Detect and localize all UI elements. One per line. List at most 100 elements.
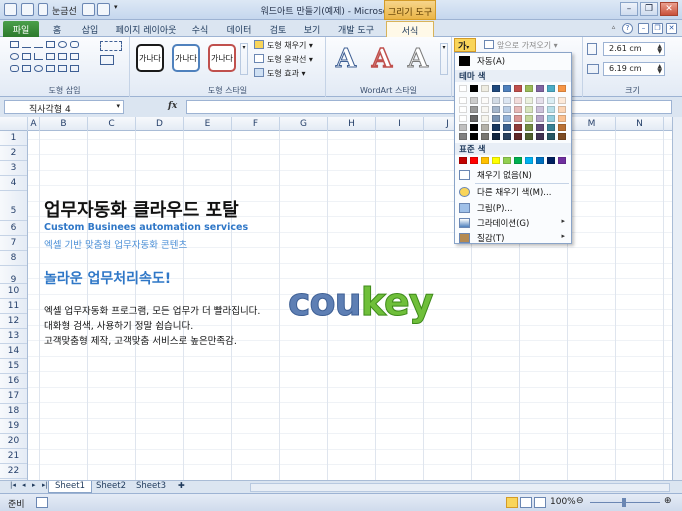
wordart-object[interactable]: coukey [288, 280, 434, 325]
brace-shape-icon[interactable] [46, 65, 55, 72]
theme-shade-swatch[interactable] [525, 97, 533, 104]
rectangle-shape-icon[interactable] [46, 41, 55, 48]
width-input[interactable]: 6.19 cm ▲ ▼ [603, 62, 665, 76]
select-all-corner[interactable] [0, 117, 28, 131]
ribbon-minimize-icon[interactable]: ▵ [608, 23, 619, 34]
row-header-14[interactable]: 14 [0, 344, 27, 359]
column-header-I[interactable]: I [376, 117, 424, 131]
theme-shade-swatch[interactable] [514, 124, 522, 131]
row-header-20[interactable]: 20 [0, 434, 27, 449]
triangle-shape-icon[interactable] [22, 53, 31, 60]
standard-color-swatch[interactable] [459, 157, 467, 164]
formula-input[interactable] [186, 100, 672, 114]
theme-shade-swatch[interactable] [558, 133, 566, 140]
standard-color-swatch[interactable] [547, 157, 555, 164]
page-break-view-icon[interactable] [534, 497, 546, 508]
row-header-9[interactable]: 9 [0, 266, 27, 285]
insert-sheet-icon[interactable]: ✚ [172, 481, 191, 493]
theme-shade-swatch[interactable] [547, 97, 555, 104]
row-header-4[interactable]: 4 [0, 176, 27, 191]
window-close-icon[interactable]: ✕ [666, 23, 677, 34]
row-header-1[interactable]: 1 [0, 131, 27, 146]
theme-shade-swatch[interactable] [525, 115, 533, 122]
row-header-13[interactable]: 13 [0, 329, 27, 344]
tab-file[interactable]: 파일 [3, 21, 39, 37]
oval-shape-icon[interactable] [58, 41, 67, 48]
tab-home[interactable]: 홈 [46, 21, 68, 37]
column-header-G[interactable]: G [280, 117, 328, 131]
column-header-M[interactable]: M [568, 117, 616, 131]
theme-shade-swatch[interactable] [503, 97, 511, 104]
theme-color-swatch[interactable] [525, 85, 533, 92]
picture-fill-item[interactable]: 그림(P)... [455, 202, 571, 215]
brace-right-shape-icon[interactable] [58, 65, 67, 72]
theme-shade-swatch[interactable] [536, 133, 544, 140]
wordart-gallery-scroll[interactable]: ▾ [440, 43, 448, 75]
height-input[interactable]: 2.61 cm ▲ ▼ [603, 42, 665, 56]
theme-shade-swatch[interactable] [481, 115, 489, 122]
tab-page-layout[interactable]: 페이지 레이아웃 [110, 21, 182, 37]
theme-shade-swatch[interactable] [481, 97, 489, 104]
tab-developer[interactable]: 개발 도구 [332, 21, 380, 37]
minimize-button[interactable]: – [620, 2, 638, 16]
shape-style-black[interactable]: 가나다 [136, 44, 164, 72]
sheet-tab-2[interactable]: Sheet2 [90, 481, 132, 493]
theme-shade-swatch[interactable] [536, 106, 544, 113]
window-restore-icon[interactable]: ❐ [652, 23, 663, 34]
gradient-fill-item[interactable]: 그라데이션(G) ▸ [455, 217, 571, 230]
texture-fill-item[interactable]: 질감(T) ▸ [455, 232, 571, 245]
zoom-level[interactable]: 100% [550, 497, 576, 507]
theme-shade-swatch[interactable] [459, 106, 467, 113]
theme-shade-swatch[interactable] [481, 106, 489, 113]
arrow-down-shape-icon[interactable] [58, 53, 67, 60]
zoom-in-icon[interactable]: ⊕ [664, 496, 672, 506]
insert-function-icon[interactable]: fx [168, 101, 182, 113]
bracket-shape-icon[interactable] [70, 65, 79, 72]
standard-color-swatch[interactable] [470, 157, 478, 164]
theme-shade-swatch[interactable] [470, 124, 478, 131]
standard-color-swatch[interactable] [558, 157, 566, 164]
horizontal-scrollbar[interactable] [250, 483, 670, 492]
macro-record-icon[interactable] [36, 497, 48, 508]
help-icon[interactable]: ? [622, 23, 633, 34]
row-header-3[interactable]: 3 [0, 161, 27, 176]
sheet-tab-3[interactable]: Sheet3 [130, 481, 172, 493]
tab-insert[interactable]: 삽입 [76, 21, 104, 37]
theme-color-swatch[interactable] [459, 85, 467, 92]
theme-shade-swatch[interactable] [558, 115, 566, 122]
wordart-style-outline[interactable]: A [330, 43, 362, 75]
theme-shade-swatch[interactable] [525, 133, 533, 140]
shape-outline-button[interactable]: 도형 윤곽선 ▾ [254, 54, 313, 65]
more-colors-item[interactable]: 다른 채우기 색(M)... [455, 186, 571, 199]
theme-shade-swatch[interactable] [503, 124, 511, 131]
restore-button[interactable]: ❐ [640, 2, 658, 16]
standard-color-swatch[interactable] [525, 157, 533, 164]
row-header-15[interactable]: 15 [0, 359, 27, 374]
theme-shade-swatch[interactable] [525, 124, 533, 131]
column-header-F[interactable]: F [232, 117, 280, 131]
theme-shade-swatch[interactable] [558, 106, 566, 113]
row-header-19[interactable]: 19 [0, 419, 27, 434]
name-box-dropdown-icon[interactable]: ▾ [116, 102, 120, 110]
theme-shade-swatch[interactable] [558, 124, 566, 131]
circle-shape-icon[interactable] [10, 53, 19, 60]
theme-color-swatch[interactable] [547, 85, 555, 92]
theme-shade-swatch[interactable] [492, 124, 500, 131]
column-header-D[interactable]: D [136, 117, 184, 131]
theme-color-swatch[interactable] [558, 85, 566, 92]
tab-review[interactable]: 검토 [264, 21, 292, 37]
theme-shade-swatch[interactable] [547, 133, 555, 140]
standard-color-swatch[interactable] [492, 157, 500, 164]
theme-shade-swatch[interactable] [459, 97, 467, 104]
text-fill-button[interactable]: 가▾ [454, 38, 476, 52]
row-header-18[interactable]: 18 [0, 404, 27, 419]
zoom-slider-thumb[interactable] [622, 498, 626, 507]
row-header-12[interactable]: 12 [0, 314, 27, 329]
name-box[interactable]: 직사각형 4 ▾ [4, 100, 124, 115]
page-layout-view-icon[interactable] [520, 497, 532, 508]
sheet-tab-1[interactable]: Sheet1 [48, 481, 92, 493]
tab-view[interactable]: 보기 [298, 21, 326, 37]
theme-color-swatch[interactable] [481, 85, 489, 92]
theme-shade-swatch[interactable] [514, 106, 522, 113]
window-minimize-icon[interactable]: – [638, 23, 649, 34]
